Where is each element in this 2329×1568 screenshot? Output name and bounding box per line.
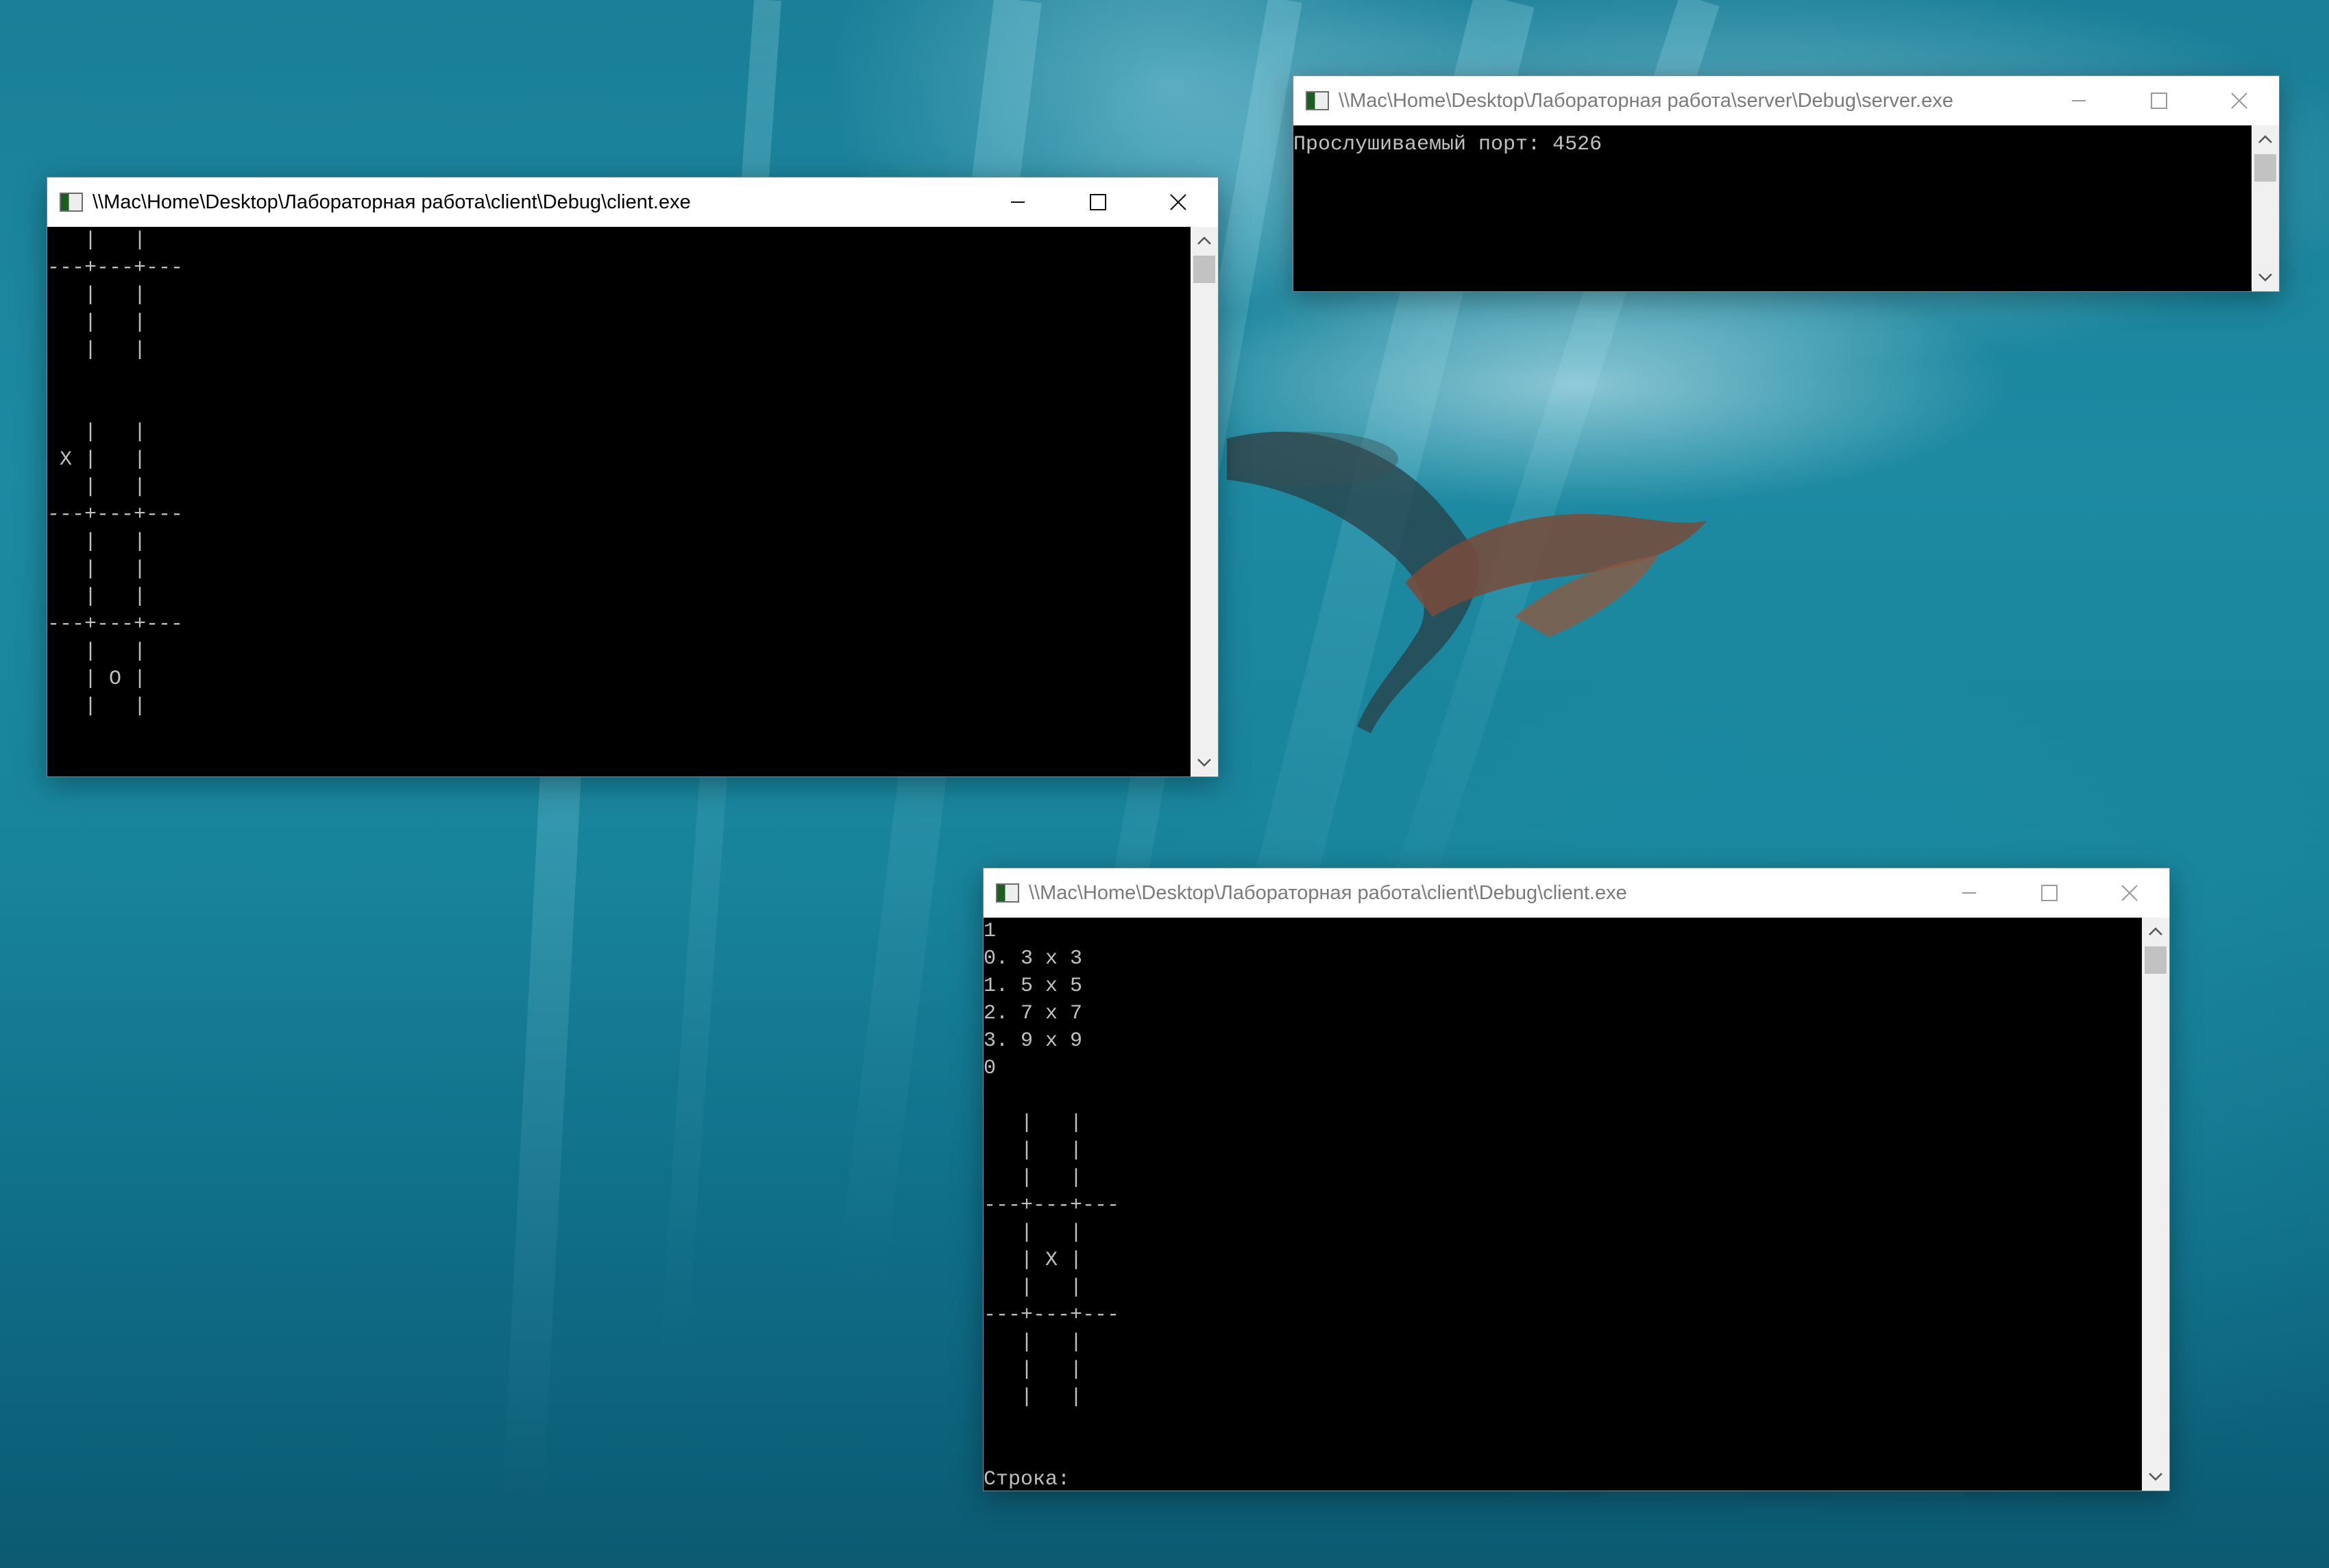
console-line: | | bbox=[47, 421, 147, 444]
prompt-label: Строка: bbox=[984, 1468, 1071, 1491]
client-window-right[interactable]: \\Mac\Home\Desktop\Лабораторная работа\c… bbox=[983, 868, 2170, 1491]
scroll-down-arrow-icon[interactable] bbox=[2252, 264, 2279, 291]
window-title: \\Mac\Home\Desktop\Лабораторная работа\s… bbox=[1339, 89, 1953, 112]
console-line: 0. 3 x 3 bbox=[984, 947, 1083, 970]
scroll-thumb[interactable] bbox=[2145, 946, 2167, 974]
console-line: | | bbox=[47, 284, 147, 307]
console-line: 3. 9 x 9 bbox=[984, 1029, 1083, 1053]
window-title: \\Mac\Home\Desktop\Лабораторная работа\c… bbox=[1029, 881, 1627, 904]
console-line: ---+---+--- bbox=[984, 1194, 1120, 1217]
minimize-icon[interactable] bbox=[977, 177, 1058, 227]
console-line: | | bbox=[47, 695, 147, 718]
console-line: 1 bbox=[984, 920, 997, 943]
scroll-down-arrow-icon[interactable] bbox=[2142, 1463, 2169, 1491]
console-line: X | | bbox=[47, 448, 147, 471]
console-line: | | bbox=[984, 1358, 1083, 1382]
close-icon[interactable] bbox=[2199, 76, 2279, 125]
console-line: | | bbox=[47, 640, 147, 663]
scroll-up-arrow-icon[interactable] bbox=[2142, 918, 2169, 945]
console-line: | | bbox=[984, 1331, 1083, 1354]
console-app-icon[interactable] bbox=[1306, 91, 1329, 110]
console-line: | X | bbox=[984, 1249, 1083, 1272]
minimize-icon[interactable] bbox=[2038, 76, 2119, 125]
vertical-scrollbar[interactable] bbox=[1191, 227, 1218, 776]
console-line: ---+---+--- bbox=[47, 256, 184, 280]
window-title: \\Mac\Home\Desktop\Лабораторная работа\c… bbox=[93, 191, 691, 213]
console-line: | | bbox=[984, 1386, 1083, 1409]
close-icon[interactable] bbox=[1138, 177, 1218, 227]
scroll-thumb[interactable] bbox=[1193, 256, 1215, 283]
console-output[interactable]: Прослушиваемый порт: 4526 bbox=[1293, 125, 2252, 291]
console-line: ---+---+--- bbox=[984, 1303, 1120, 1327]
close-icon[interactable] bbox=[2089, 868, 2169, 918]
console-line: Прослушиваемый порт: 4526 bbox=[1293, 133, 1602, 156]
console-line: | | bbox=[47, 339, 147, 362]
console-output[interactable]: | | ---+---+--- | | | | | | | | X | | | |… bbox=[47, 227, 1191, 776]
console-line: | O | bbox=[47, 667, 147, 691]
console-line: | | bbox=[984, 1112, 1083, 1135]
scroll-down-arrow-icon[interactable] bbox=[1191, 749, 1218, 776]
console-app-icon[interactable] bbox=[60, 193, 83, 212]
console-output[interactable]: 1 0. 3 x 3 1. 5 x 5 2. 7 x 7 3. 9 x 9 0 | | |… bbox=[984, 918, 2142, 1491]
console-line: 2. 7 x 7 bbox=[984, 1002, 1083, 1025]
console-line: 0 bbox=[984, 1057, 997, 1080]
maximize-icon[interactable] bbox=[2009, 868, 2089, 918]
console-line: ---+---+--- bbox=[47, 503, 184, 526]
scroll-up-arrow-icon[interactable] bbox=[2252, 125, 2279, 153]
console-line: | | bbox=[984, 1166, 1083, 1190]
maximize-icon[interactable] bbox=[2119, 76, 2199, 125]
console-line: ---+---+--- bbox=[47, 613, 184, 636]
console-line: | | bbox=[984, 1221, 1083, 1245]
console-line: | | bbox=[47, 476, 147, 499]
console-line: | | bbox=[47, 311, 147, 334]
minimize-icon[interactable] bbox=[1929, 868, 2009, 918]
input-prompt[interactable]: Строка: bbox=[984, 1466, 2142, 1491]
scroll-thumb[interactable] bbox=[2254, 154, 2276, 182]
client-right-titlebar[interactable]: \\Mac\Home\Desktop\Лабораторная работа\c… bbox=[984, 868, 2169, 918]
server-window[interactable]: \\Mac\Home\Desktop\Лабораторная работа\s… bbox=[1293, 75, 2280, 292]
scroll-up-arrow-icon[interactable] bbox=[1191, 227, 1218, 254]
vertical-scrollbar[interactable] bbox=[2252, 125, 2279, 291]
console-line: | | bbox=[984, 1139, 1083, 1162]
server-titlebar[interactable]: \\Mac\Home\Desktop\Лабораторная работа\s… bbox=[1293, 76, 2279, 125]
vertical-scrollbar[interactable] bbox=[2142, 918, 2169, 1491]
console-line: | | bbox=[984, 1276, 1083, 1299]
console-line: | | bbox=[47, 530, 147, 554]
console-line: 1. 5 x 5 bbox=[984, 975, 1083, 998]
console-line: | | bbox=[47, 558, 147, 581]
console-app-icon[interactable] bbox=[996, 883, 1019, 903]
diver-image bbox=[1227, 432, 1707, 733]
maximize-icon[interactable] bbox=[1058, 177, 1138, 227]
client-left-titlebar[interactable]: \\Mac\Home\Desktop\Лабораторная работа\c… bbox=[47, 177, 1218, 227]
console-line: | | bbox=[47, 585, 147, 609]
console-line: | | bbox=[47, 229, 147, 252]
client-window-left[interactable]: \\Mac\Home\Desktop\Лабораторная работа\c… bbox=[47, 177, 1219, 777]
input-prompt[interactable]: Строка: bbox=[47, 775, 1191, 776]
